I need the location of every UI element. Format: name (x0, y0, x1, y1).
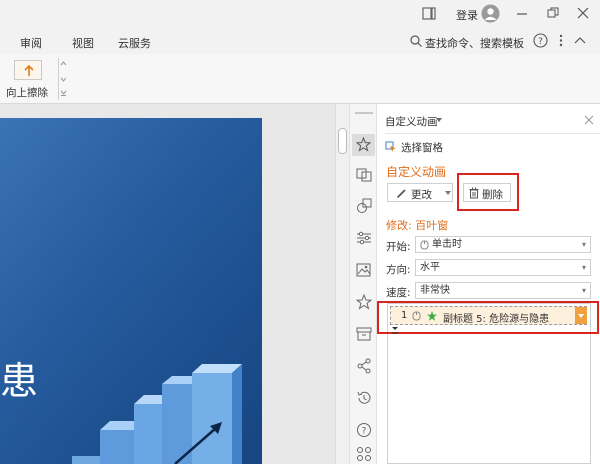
select-pane-icon (385, 141, 396, 152)
select-pane-label: 选择窗格 (401, 142, 443, 154)
speed-select[interactable]: 非常快 ▾ (415, 282, 591, 299)
speed-dropdown-icon: ▾ (581, 286, 586, 295)
animation-item-dropdown[interactable] (575, 307, 587, 324)
login-link[interactable]: 登录 (456, 7, 478, 23)
start-select[interactable]: 单击时 ▾ (415, 236, 591, 253)
menu-cloud-service[interactable]: 云服务 (118, 35, 151, 51)
start-label: 开始: (386, 241, 411, 253)
pane-menu-chevron-icon[interactable] (436, 118, 442, 122)
reorder-arrows-icon[interactable] (391, 326, 399, 335)
custom-animation-pane: 自定义动画 选择窗格 自定义动画 更改 删除 修改: 百叶窗 开始: 单击时 ▾… (377, 104, 600, 464)
shapes-icon[interactable] (356, 198, 372, 214)
pane-close-icon[interactable] (584, 115, 594, 125)
slide-thumbnail[interactable]: 患 (0, 118, 262, 464)
wipe-up-label: 向上擦除 (6, 87, 48, 99)
section-title: 自定义动画 (386, 165, 447, 179)
modify-label: 修改: 百叶窗 (386, 219, 449, 232)
menu-review[interactable]: 审阅 (20, 35, 42, 51)
star-animation-icon (356, 137, 371, 152)
help-icon[interactable]: ? (533, 33, 548, 48)
change-dropdown-icon[interactable] (445, 191, 451, 195)
collapse-ribbon-icon[interactable] (574, 35, 586, 45)
arrow-up-icon (24, 64, 34, 76)
direction-value: 水平 (420, 262, 440, 273)
title-bar: 登录 (0, 0, 600, 28)
delete-label: 删除 (482, 189, 503, 201)
start-value: 单击时 (432, 239, 462, 250)
item-dropdown-icon (578, 314, 584, 318)
slide-graphic (0, 118, 262, 464)
help-circle-icon[interactable]: ? (356, 422, 372, 438)
history-icon[interactable] (356, 390, 372, 406)
more-options-icon[interactable] (559, 34, 563, 47)
archive-box-icon[interactable] (356, 326, 372, 342)
task-pane-toolbar: ? (349, 104, 377, 464)
svg-text:?: ? (362, 427, 367, 437)
direction-label: 方向: (386, 264, 411, 276)
entrance-star-icon (427, 311, 437, 321)
search-icon[interactable] (410, 35, 422, 47)
gallery-arrows-icon (60, 61, 67, 96)
direction-dropdown-icon: ▾ (581, 263, 586, 272)
click-trigger-icon (412, 311, 421, 321)
menu-view[interactable]: 视图 (72, 35, 94, 51)
tablet-icon[interactable] (422, 7, 436, 20)
properties-icon[interactable] (356, 230, 372, 246)
custom-animation-tab[interactable] (352, 134, 375, 156)
share-icon[interactable] (356, 358, 372, 374)
pane-divider (385, 133, 600, 134)
wipe-up-effect-thumbnail (14, 60, 42, 80)
speed-label: 速度: (386, 287, 411, 299)
speed-value: 非常快 (420, 285, 450, 296)
apps-grid-icon[interactable] (356, 446, 372, 462)
change-label: 更改 (411, 189, 432, 201)
change-button[interactable]: 更改 (387, 183, 453, 202)
mouse-click-icon (420, 240, 429, 250)
direction-select[interactable]: 水平 ▾ (415, 259, 591, 276)
search-command-box[interactable]: 查找命令、搜索模板 (425, 35, 524, 51)
wipe-up-effect-button[interactable]: 向上擦除 (0, 54, 58, 102)
pane-title: 自定义动画 (385, 116, 438, 128)
start-dropdown-icon: ▾ (581, 240, 586, 249)
close-icon[interactable] (577, 7, 589, 19)
slide-title-fragment: 患 (0, 359, 39, 403)
menu-bar: 审阅 视图 云服务 查找命令、搜索模板 ? (0, 28, 600, 54)
canvas-scrollbar[interactable] (335, 104, 349, 464)
effect-gallery-scroll[interactable] (58, 58, 67, 100)
minimize-icon[interactable] (516, 8, 528, 20)
animation-item-index: 1 (401, 310, 408, 321)
favorite-star-icon[interactable] (356, 294, 372, 310)
avatar-icon[interactable] (481, 4, 500, 23)
pencil-icon (397, 189, 406, 198)
slide-transition-icon[interactable] (356, 166, 372, 182)
restore-icon[interactable] (547, 7, 559, 19)
animation-item-text: 副标题 5: 危险源与隐患 (443, 314, 550, 325)
toolbar-grip (355, 112, 373, 114)
scroll-thumb[interactable] (338, 128, 347, 154)
select-pane-link[interactable]: 选择窗格 (385, 140, 465, 154)
delete-button[interactable]: 删除 (463, 183, 511, 202)
picture-icon[interactable] (356, 262, 372, 278)
svg-text:?: ? (538, 37, 543, 47)
ribbon: 向上擦除 (0, 54, 600, 104)
trash-icon (469, 187, 479, 199)
animation-list-item[interactable]: 1 副标题 5: 危险源与隐患 (390, 306, 587, 325)
